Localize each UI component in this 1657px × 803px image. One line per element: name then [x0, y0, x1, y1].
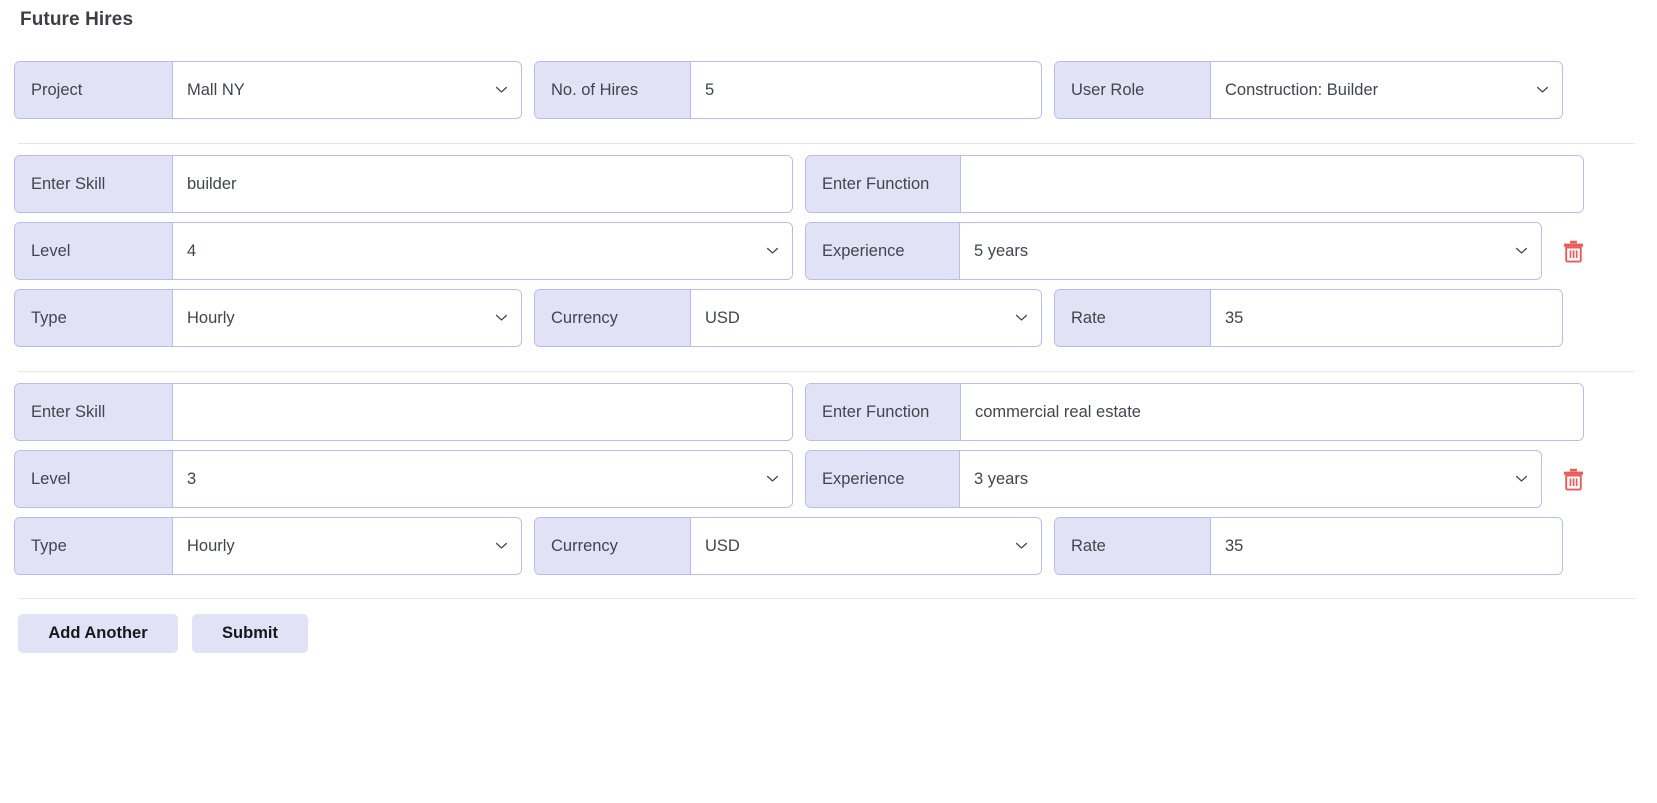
chevron-down-icon — [1015, 539, 1028, 552]
type-value: Hourly — [187, 309, 235, 328]
skill-input[interactable] — [173, 384, 792, 440]
spacer — [14, 34, 1643, 50]
currency-value: USD — [705, 537, 740, 556]
hire-entry-1: Enter Skill builder Enter Function Level… — [14, 155, 1643, 347]
trash-icon — [1563, 240, 1584, 263]
rate-input[interactable]: 35 — [1211, 290, 1562, 346]
chevron-down-icon — [766, 472, 779, 485]
currency-select[interactable]: USD — [691, 518, 1041, 574]
experience-group: Experience 3 years — [805, 450, 1542, 508]
rate-input[interactable]: 35 — [1211, 518, 1562, 574]
skill-label: Enter Skill — [15, 156, 173, 212]
currency-select[interactable]: USD — [691, 290, 1041, 346]
level-select[interactable]: 4 — [173, 223, 792, 279]
divider-top — [18, 143, 1635, 144]
chevron-down-icon — [495, 311, 508, 324]
rate-value: 35 — [1225, 537, 1243, 556]
chevron-down-icon — [766, 244, 779, 257]
user-role-value: Construction: Builder — [1225, 81, 1378, 100]
rate-group: Rate 35 — [1054, 289, 1563, 347]
level-value: 4 — [187, 242, 196, 261]
type-currency-rate-row: Type Hourly Currency USD Rate — [14, 517, 1643, 575]
function-label: Enter Function — [806, 156, 961, 212]
function-group: Enter Function — [805, 155, 1584, 213]
level-select[interactable]: 3 — [173, 451, 792, 507]
currency-label: Currency — [535, 290, 691, 346]
type-label: Type — [15, 518, 173, 574]
chevron-down-icon — [1536, 83, 1549, 96]
type-select[interactable]: Hourly — [173, 290, 521, 346]
type-label: Type — [15, 290, 173, 346]
currency-value: USD — [705, 309, 740, 328]
level-label: Level — [15, 223, 173, 279]
submit-button[interactable]: Submit — [192, 614, 308, 653]
divider-entry-separator — [18, 371, 1635, 372]
future-hires-form: Future Hires Project Mall NY No. of Hire… — [0, 0, 1657, 803]
chevron-down-icon — [495, 83, 508, 96]
skill-label: Enter Skill — [15, 384, 173, 440]
currency-group: Currency USD — [534, 289, 1042, 347]
page-title: Future Hires — [14, 0, 1643, 34]
level-label: Level — [15, 451, 173, 507]
function-input[interactable] — [961, 156, 1583, 212]
project-select[interactable]: Mall NY — [173, 62, 521, 118]
function-group: Enter Function commercial real estate — [805, 383, 1584, 441]
type-select[interactable]: Hourly — [173, 518, 521, 574]
level-experience-row: Level 4 Experience 5 years — [14, 222, 1643, 280]
hires-group: No. of Hires 5 — [534, 61, 1042, 119]
skill-value: builder — [187, 175, 237, 194]
delete-entry-button[interactable] — [1560, 450, 1586, 508]
skill-input[interactable]: builder — [173, 156, 792, 212]
chevron-down-icon — [1515, 244, 1528, 257]
currency-label: Currency — [535, 518, 691, 574]
skill-function-row: Enter Skill builder Enter Function — [14, 155, 1643, 213]
hires-input[interactable]: 5 — [691, 62, 1041, 118]
skill-group: Enter Skill — [14, 383, 793, 441]
level-group: Level 4 — [14, 222, 793, 280]
form-actions: Add Another Submit — [14, 614, 1643, 653]
hire-entry-2: Enter Skill Enter Function commercial re… — [14, 383, 1643, 575]
user-role-label: User Role — [1055, 62, 1211, 118]
type-group: Type Hourly — [14, 517, 522, 575]
project-label: Project — [15, 62, 173, 118]
function-value: commercial real estate — [975, 403, 1141, 422]
chevron-down-icon — [495, 539, 508, 552]
experience-group: Experience 5 years — [805, 222, 1542, 280]
rate-group: Rate 35 — [1054, 517, 1563, 575]
project-value: Mall NY — [187, 81, 245, 100]
chevron-down-icon — [1015, 311, 1028, 324]
rate-value: 35 — [1225, 309, 1243, 328]
type-group: Type Hourly — [14, 289, 522, 347]
experience-select[interactable]: 5 years — [960, 223, 1541, 279]
type-currency-rate-row: Type Hourly Currency USD Rate — [14, 289, 1643, 347]
chevron-down-icon — [1515, 472, 1528, 485]
hires-label: No. of Hires — [535, 62, 691, 118]
level-value: 3 — [187, 470, 196, 489]
experience-value: 3 years — [974, 470, 1028, 489]
hires-value: 5 — [705, 81, 714, 100]
type-value: Hourly — [187, 537, 235, 556]
level-group: Level 3 — [14, 450, 793, 508]
experience-label: Experience — [806, 223, 960, 279]
project-group: Project Mall NY — [14, 61, 522, 119]
user-role-group: User Role Construction: Builder — [1054, 61, 1563, 119]
skill-function-row: Enter Skill Enter Function commercial re… — [14, 383, 1643, 441]
skill-group: Enter Skill builder — [14, 155, 793, 213]
user-role-select[interactable]: Construction: Builder — [1211, 62, 1562, 118]
experience-select[interactable]: 3 years — [960, 451, 1541, 507]
trash-icon — [1563, 468, 1584, 491]
experience-label: Experience — [806, 451, 960, 507]
rate-label: Rate — [1055, 290, 1211, 346]
currency-group: Currency USD — [534, 517, 1042, 575]
level-experience-row: Level 3 Experience 3 years — [14, 450, 1643, 508]
function-label: Enter Function — [806, 384, 961, 440]
header-row: Project Mall NY No. of Hires 5 User Role… — [14, 61, 1643, 119]
rate-label: Rate — [1055, 518, 1211, 574]
function-input[interactable]: commercial real estate — [961, 384, 1583, 440]
add-another-button[interactable]: Add Another — [18, 614, 178, 653]
experience-value: 5 years — [974, 242, 1028, 261]
divider-bottom — [18, 598, 1635, 599]
delete-entry-button[interactable] — [1560, 222, 1586, 280]
